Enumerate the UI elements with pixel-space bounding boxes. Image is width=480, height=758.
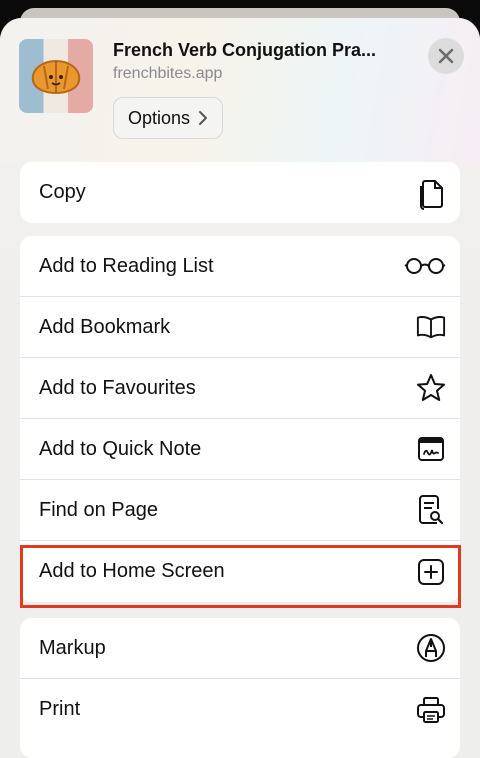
share-sheet: French Verb Conjugation Pra... frenchbit… [0, 18, 480, 758]
croissant-flag-icon [31, 59, 81, 95]
quick-note-icon [416, 434, 446, 464]
action-label: Add to Favourites [39, 376, 196, 399]
action-label: Add to Quick Note [39, 437, 202, 460]
find-on-page-icon [416, 495, 446, 525]
action-group-main: Add to Reading List Add Bookmark Add to … [20, 236, 460, 602]
page-title: French Verb Conjugation Pra... [113, 40, 377, 60]
action-label: Add to Home Screen [39, 560, 225, 582]
close-icon [438, 48, 454, 64]
action-add-to-quick-note[interactable]: Add to Quick Note [20, 419, 460, 480]
options-label: Options [127, 107, 191, 128]
action-label: Add Bookmark [39, 315, 171, 338]
star-icon [416, 373, 446, 403]
action-group-tools: Markup Print [20, 618, 460, 758]
markup-pen-icon [416, 633, 446, 663]
action-group-copy: Copy [20, 162, 460, 223]
app-thumbnail [19, 39, 93, 113]
action-label: Find on Page [39, 498, 158, 521]
chevron-right-icon [199, 111, 208, 125]
close-button[interactable] [428, 38, 464, 74]
action-find-on-page[interactable]: Find on Page [20, 480, 460, 541]
action-print[interactable]: Print [20, 679, 460, 740]
action-add-to-home-screen[interactable]: Add to Home Screen [20, 541, 460, 602]
action-copy[interactable]: Copy [20, 162, 460, 223]
action-label: Copy [39, 181, 86, 203]
plus-square-icon [416, 557, 446, 587]
options-button[interactable]: Options [113, 97, 223, 139]
page-domain: frenchbites.app [113, 65, 223, 82]
action-label: Add to Reading List [39, 254, 214, 277]
action-add-to-favourites[interactable]: Add to Favourites [20, 358, 460, 419]
printer-icon [416, 695, 446, 725]
glasses-icon [404, 251, 446, 281]
action-add-bookmark[interactable]: Add Bookmark [20, 297, 460, 358]
book-icon [416, 312, 446, 342]
action-label: Markup [39, 636, 106, 659]
copy-icon [416, 178, 446, 210]
action-markup[interactable]: Markup [20, 618, 460, 679]
action-add-to-reading-list[interactable]: Add to Reading List [20, 236, 460, 297]
action-label: Print [39, 698, 81, 720]
